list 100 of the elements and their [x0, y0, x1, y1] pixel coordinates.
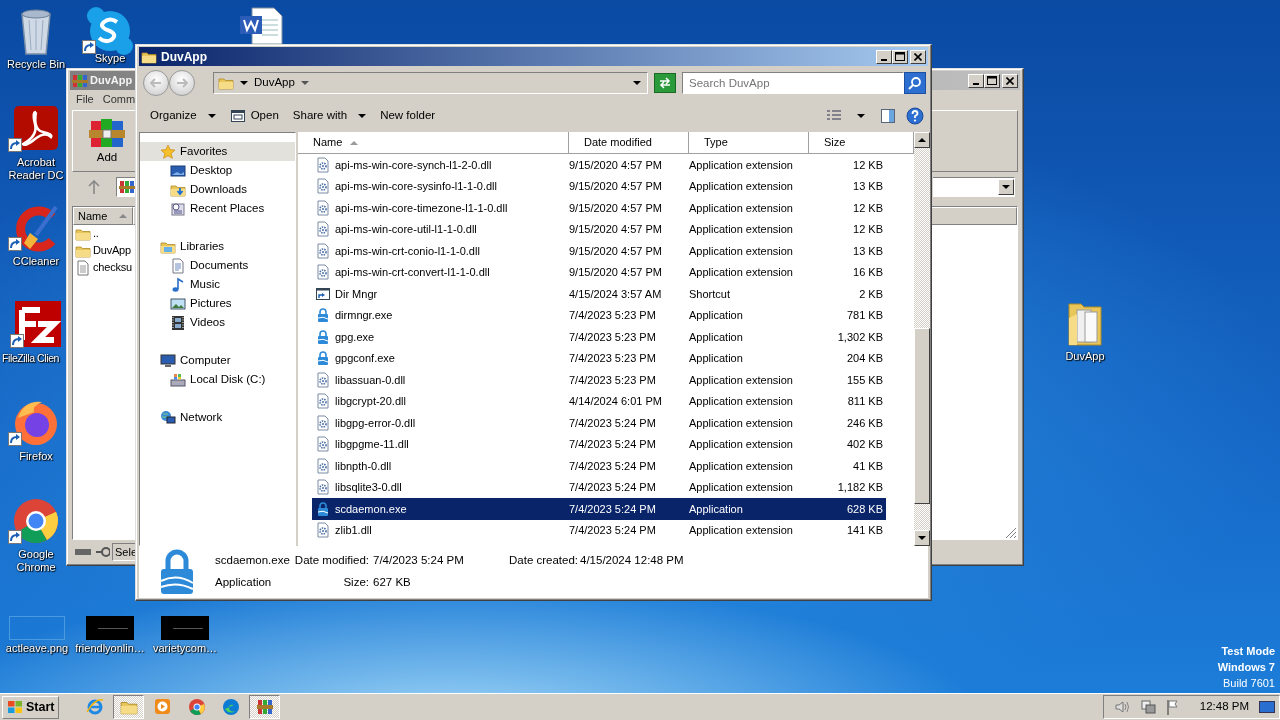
date-modified: 9/15/2020 4:57 PM [569, 157, 663, 173]
file-row[interactable]: api-ms-win-crt-conio-l1-1-0.dll 9/15/2020 4:57 PM Application extension 13 KB [312, 240, 886, 262]
down-arrow-icon[interactable] [918, 536, 926, 540]
file-row[interactable]: gpg.exe 7/4/2023 5:23 PM Application 1,302 KB [312, 326, 886, 348]
file-row[interactable]: api-ms-win-core-synch-l1-2-0.dll 9/15/2020 4:57 PM Application extension 12 KB [312, 154, 886, 176]
nav-item[interactable]: Videos [140, 313, 295, 332]
toolbar-button[interactable]: New folder [375, 104, 441, 127]
nav-item[interactable]: Computer [140, 351, 295, 370]
network-icon[interactable] [1139, 699, 1156, 715]
file-row[interactable]: api-ms-win-crt-convert-l1-1-0.dll 9/15/2020 4:57 PM Application extension 16 KB [312, 261, 886, 283]
nav-item[interactable]: Local Disk (C:) [140, 370, 295, 389]
icon-label[interactable]: DuvApp [1065, 350, 1105, 363]
menu-item[interactable]: Comm [102, 90, 136, 108]
icon-label[interactable]: friendlyonlin… [75, 642, 145, 655]
column-header[interactable]: Size [809, 132, 914, 154]
nav-item[interactable]: Desktop [140, 161, 295, 180]
toolbar-button[interactable]: Organize [145, 104, 221, 127]
nav-item[interactable]: Libraries [140, 237, 295, 256]
column-header[interactable]: Name [73, 207, 133, 225]
file-row[interactable]: libnpth-0.dll 7/4/2023 5:24 PM Application extension 41 KB [312, 455, 886, 477]
file-name: api-ms-win-core-sysinfo-l1-1-0.dll [335, 179, 497, 194]
icon-label[interactable]: actleave.png [5, 642, 69, 655]
taskbar-button[interactable] [249, 695, 281, 719]
file-row[interactable]: dirmngr.exe 7/4/2023 5:23 PM Application 781 KB [312, 304, 886, 326]
nav-item[interactable]: Documents [140, 256, 295, 275]
file-row[interactable]: api-ms-win-core-sysinfo-l1-1-0.dll 9/15/2020 4:57 PM Application extension 13 KB [312, 175, 886, 197]
file-row[interactable]: libgcrypt-20.dll 4/14/2024 6:01 PM Application extension 811 KB [312, 390, 886, 412]
monitor-icon [170, 162, 186, 179]
file-type: Application extension [689, 458, 794, 474]
open-window-icon [229, 108, 246, 123]
search-field[interactable]: Search DuvApp [682, 71, 904, 94]
breadcrumb-item[interactable]: DuvApp [254, 73, 295, 92]
file-gear-icon [315, 414, 331, 431]
preview-pane-icon[interactable] [880, 107, 896, 124]
file-name: dirmngr.exe [335, 308, 393, 323]
address-bar[interactable]: DuvApp [213, 71, 648, 94]
scrollbar[interactable] [914, 132, 930, 546]
menu-item[interactable]: File [76, 90, 94, 108]
file-row[interactable]: libsqlite3-0.dll 7/4/2023 5:24 PM Application extension 1,182 KB [312, 476, 886, 498]
close-button[interactable] [910, 49, 926, 64]
flag-icon[interactable] [1165, 699, 1180, 715]
close-button[interactable] [1002, 73, 1018, 88]
file-row[interactable]: libgpg-error-0.dll 7/4/2023 5:24 PM Application extension 246 KB [312, 412, 886, 434]
file-row[interactable]: libassuan-0.dll 7/4/2023 5:23 PM Application extension 155 KB [312, 369, 886, 391]
nav-item[interactable]: Pictures [140, 294, 295, 313]
hard-disk-icon [170, 371, 186, 388]
column-header[interactable]: Type [689, 132, 809, 154]
maximize-button[interactable] [892, 49, 908, 64]
icon-label[interactable]: Acrobat Reader DC [6, 156, 66, 182]
file-name[interactable]: .. [93, 225, 99, 242]
file-name[interactable]: DuvApp [93, 242, 131, 259]
dropdown-button[interactable] [998, 179, 1014, 195]
search-button[interactable] [904, 71, 926, 94]
icon-label[interactable]: Google Chrome [7, 548, 65, 574]
file-size: 12 KB [852, 222, 884, 237]
caret-icon[interactable] [633, 80, 641, 85]
minimize-button[interactable] [968, 73, 984, 88]
file-row[interactable]: scdaemon.exe 7/4/2023 5:24 PM Application 628 KB [312, 498, 886, 520]
taskbar-button[interactable] [113, 695, 145, 719]
nav-item[interactable]: Network [140, 408, 295, 427]
column-header[interactable]: Name [298, 132, 569, 154]
scrollbar-thumb[interactable] [914, 328, 930, 504]
icon-label[interactable]: CCleaner [7, 255, 65, 268]
file-row[interactable]: libgpgme-11.dll 7/4/2023 5:24 PM Application extension 402 KB [312, 433, 886, 455]
maximize-button[interactable] [984, 73, 1000, 88]
column-header[interactable]: Date modified [569, 132, 689, 154]
toolbar-button[interactable]: Open [224, 104, 284, 127]
file-name[interactable]: checksu [93, 259, 132, 276]
nav-item[interactable]: Favorites [140, 142, 295, 161]
chrome-icon [12, 496, 60, 546]
icon-label[interactable]: Recycle Bin [5, 58, 67, 71]
nav-item[interactable]: Music [140, 275, 295, 294]
caret-icon[interactable] [240, 80, 248, 85]
icon-label[interactable]: Skype [94, 52, 126, 64]
date-modified: 7/4/2023 5:23 PM [569, 308, 657, 323]
toolbar-button[interactable]: Share with [287, 104, 372, 127]
minimize-button[interactable] [876, 49, 892, 64]
up-arrow-icon[interactable] [918, 138, 926, 142]
file-row[interactable]: gpgconf.exe 7/4/2023 5:23 PM Application 204 KB [312, 347, 886, 369]
clock[interactable]: 12:48 PM [1199, 698, 1249, 716]
file-type: Application [215, 575, 273, 591]
file-row[interactable]: api-ms-win-core-timezone-l1-1-0.dll 9/15/2020 4:57 PM Application extension 12 KB [312, 197, 886, 219]
icon-label[interactable]: FileZilla Clien [2, 352, 59, 365]
start-button[interactable]: Start [2, 695, 60, 719]
path-combobox[interactable] [933, 177, 1015, 197]
file-size: 16 KB [852, 265, 884, 280]
file-row[interactable]: Dir Mngr 4/15/2024 3:57 AM Shortcut 2 KB [312, 283, 886, 305]
nav-item[interactable]: Downloads [140, 180, 295, 199]
nav-item[interactable]: Recent Places [140, 199, 295, 218]
file-row[interactable]: api-ms-win-core-util-l1-1-0.dll 9/15/2020 4:57 PM Application extension 12 KB [312, 218, 886, 240]
refresh-button[interactable] [654, 72, 676, 93]
file-type: Application [689, 501, 744, 517]
toolbar-button[interactable]: Add [85, 115, 129, 171]
speaker-icon[interactable] [1113, 700, 1130, 714]
file-gear-icon [315, 479, 331, 496]
help-icon[interactable] [906, 106, 924, 125]
file-row[interactable]: zlib1.dll 7/4/2023 5:24 PM Application extension 141 KB [312, 519, 886, 541]
icon-label[interactable]: Firefox [7, 450, 65, 463]
show-desktop-icon[interactable] [1259, 700, 1275, 714]
file-name: Dir Mngr [335, 286, 378, 302]
